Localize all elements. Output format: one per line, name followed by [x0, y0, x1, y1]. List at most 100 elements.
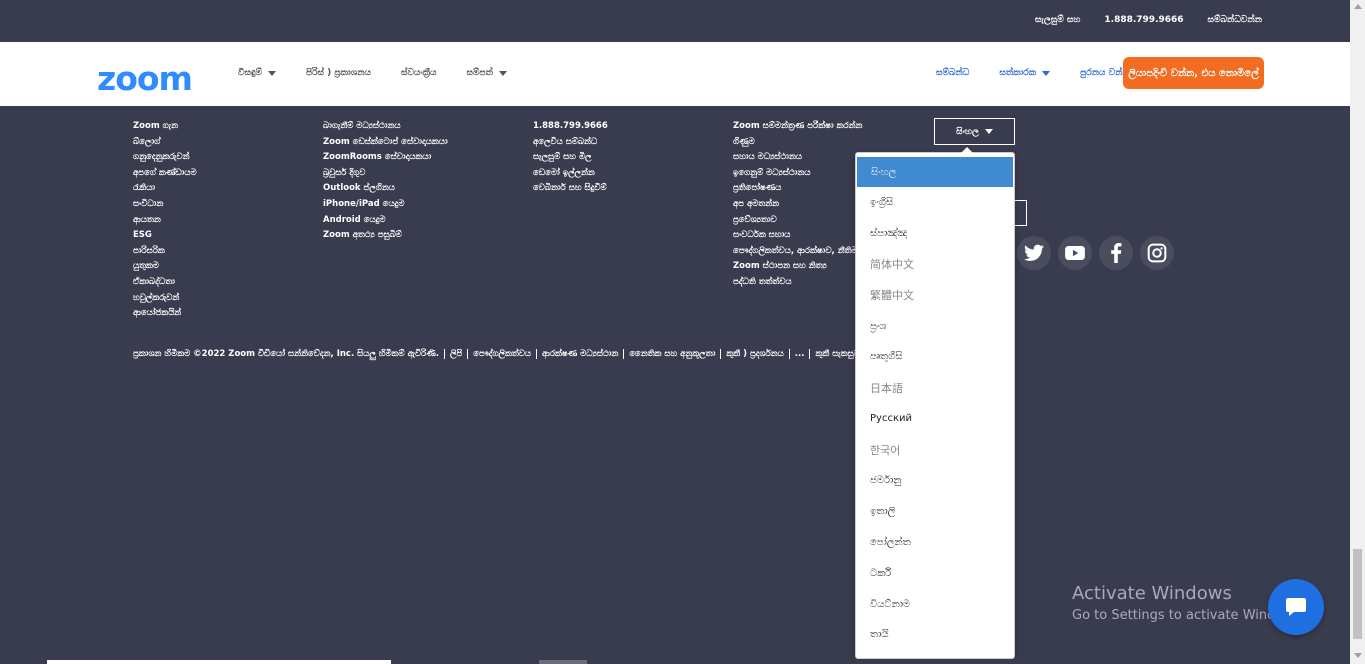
nav-item[interactable]: පිරිස් ) ප්‍රකාශනය — [306, 68, 371, 78]
footer-link[interactable]: සැලසුම් සහ මිල — [533, 151, 608, 167]
signup-free-button[interactable]: ලියාපදිංචි වන්න, එය නොමිලේ — [1123, 57, 1264, 89]
language-selector[interactable]: සිංහල — [934, 118, 1015, 145]
footer-link[interactable]: පද්ධති තත්ත්වය — [733, 276, 864, 292]
footer-link[interactable]: බ්‍රවුසර් දිගුව — [323, 167, 448, 183]
footer-link[interactable]: ESG — [133, 229, 197, 245]
top-link[interactable]: සම්බන්ධවන්න — [1208, 15, 1262, 25]
top-link[interactable]: සැලසුම් සහ — [1035, 15, 1080, 25]
top-utility-bar: සැලසුම් සහ 1.888.799.9666 සම්බන්ධවන්න — [0, 0, 1350, 42]
language-current-label: සිංහල — [956, 126, 979, 137]
footer-link[interactable]: ප්‍රතිපෝෂණය — [733, 182, 864, 198]
scroll-up-icon[interactable] — [1354, 4, 1362, 9]
legal-link[interactable]: ලිපි — [443, 349, 467, 359]
chat-support-button[interactable] — [1268, 579, 1324, 635]
legal-link[interactable]: කුකී ) ප්‍රදර්ශනය — [720, 349, 788, 359]
nav-item-label: විසඳුම් — [238, 68, 263, 78]
footer-column-support: Zoom සම්මන්ත්‍රණ පරීක්ෂා කරන්න ගිණුම සහාය … — [733, 120, 864, 292]
page-scrollbar[interactable] — [1350, 0, 1365, 664]
language-option[interactable]: සිංහල — [857, 157, 1013, 187]
legal-link[interactable]: ... — [788, 349, 810, 359]
nav-item[interactable]: සම්පත් — [466, 68, 507, 78]
nav-item-label: සම්බන්ධ — [936, 68, 970, 78]
main-header: zoom විසඳුම් පිරිස් ) ප්‍රකාශනය ස්වයංක්‍රී… — [0, 57, 1350, 106]
language-option[interactable]: ඉතාලි — [856, 496, 1014, 527]
footer-link[interactable]: ZoomRooms සේවාදායකයා — [323, 151, 448, 167]
language-option[interactable]: පෘතුගීසි — [856, 341, 1014, 372]
horizontal-scroll-track — [47, 660, 391, 664]
scroll-down-icon[interactable] — [1354, 653, 1362, 658]
footer-link[interactable]: Zoom අතථ්‍ය පසුබිම් — [323, 229, 448, 245]
footer-link[interactable]: වෙබිනාර් සහ සිදුවීම් — [533, 182, 608, 198]
nav-item[interactable]: සම්බන්ධ — [936, 68, 969, 78]
footer-link[interactable]: ගිණුම — [733, 136, 864, 152]
instagram-icon[interactable] — [1140, 236, 1174, 270]
footer-link[interactable]: ගනුදෙනුකරුවන් — [133, 151, 197, 167]
language-option[interactable]: ටර්කි — [856, 558, 1014, 589]
language-option[interactable]: ජර්මානු — [856, 465, 1014, 496]
nav-item[interactable]: සත්කාරක — [999, 68, 1051, 78]
nav-item-label: ස්වයංක්‍රීය — [400, 68, 437, 78]
footer-link[interactable]: Outlook ප්ලගිනය — [323, 182, 448, 198]
facebook-icon[interactable] — [1099, 236, 1133, 270]
footer-link[interactable]: ඩෙමෝ ඉල්ලන්න — [533, 167, 608, 183]
language-option[interactable]: 한국어 — [856, 434, 1014, 465]
language-option[interactable]: 简体中文 — [856, 249, 1014, 280]
primary-nav: විසඳුම් පිරිස් ) ප්‍රකාශනය ස්වයංක්‍රීය සම්ප… — [238, 68, 507, 78]
footer-link[interactable]: අප අමතන්න — [733, 198, 864, 214]
top-utility-links: සැලසුම් සහ 1.888.799.9666 සම්බන්ධවන්න — [1035, 15, 1262, 25]
top-link[interactable]: 1.888.799.9666 — [1104, 15, 1183, 25]
youtube-icon[interactable] — [1058, 236, 1092, 270]
footer-column-about: Zoom ගැන බ්ලොග් ගනුදෙනුකරුවන් අපගේ කණ්ඩායම ර… — [133, 120, 197, 323]
language-option[interactable]: 繁體中文 — [856, 280, 1014, 311]
chat-bubble-icon — [1286, 598, 1306, 616]
footer-link[interactable]: බ්ලොග් — [133, 136, 197, 152]
footer-link[interactable]: සහාය මධ්‍යස්ථානය — [733, 151, 864, 167]
chevron-down-icon — [498, 70, 507, 76]
footer-link[interactable]: ආයෝජකයින් — [133, 307, 197, 323]
footer-link[interactable]: සංවිධාන — [133, 198, 197, 214]
footer-link[interactable]: හවුල්කරුවන් — [133, 292, 197, 308]
footer-link[interactable]: Zoom ස්ථාපන සහ නිත්‍ය — [733, 260, 864, 276]
chevron-down-icon — [1042, 70, 1051, 76]
footer-link[interactable]: අපගේ කණ්ඩායම — [133, 167, 197, 183]
footer-link[interactable]: Zoom ගැන — [133, 120, 197, 136]
footer-link[interactable]: යුතුකම — [133, 260, 197, 276]
scrollbar-thumb[interactable] — [1353, 549, 1362, 639]
footer-link[interactable]: අලෙවිය සම්බන්ධ — [533, 136, 608, 152]
language-option[interactable]: වියට්නාම — [856, 589, 1014, 620]
footer-link[interactable]: සංවර්ධක සහාය — [733, 229, 864, 245]
footer-link[interactable]: ඒකාබද්ධතා — [133, 276, 197, 292]
nav-item-label: සම්පත් — [466, 68, 493, 78]
language-option[interactable]: ඉංග්‍රීසි — [856, 187, 1014, 218]
copyright-text: ප්‍රකාශන හිමිකම ©2022 Zoom වීඩියෝ සන්නිව… — [133, 349, 439, 359]
footer-link[interactable]: පාරිසරික — [133, 245, 197, 261]
footer-link[interactable]: Android යෙදුම — [323, 214, 448, 230]
footer-link[interactable]: ඉගෙනුම් මධ්‍යස්ථානය — [733, 167, 864, 183]
language-option[interactable]: Русский — [856, 403, 1014, 434]
twitter-icon[interactable] — [1017, 236, 1051, 270]
language-option[interactable]: 日本語 — [856, 372, 1014, 403]
horizontal-scroll-thumb[interactable] — [539, 660, 587, 664]
language-option[interactable]: පෝලන්ත — [856, 527, 1014, 558]
language-option[interactable]: තායි — [856, 619, 1014, 650]
legal-link[interactable]: පෞද්ගලිකත්වය — [467, 349, 536, 359]
footer-link[interactable]: බාගැනීම් මධ්‍යස්ථානය — [323, 120, 448, 136]
footer-link[interactable]: 1.888.799.9666 — [533, 120, 608, 136]
footer-link[interactable]: Zoom සම්මන්ත්‍රණ පරීක්ෂා කරන්න — [733, 120, 864, 136]
footer-link[interactable]: ආයතන — [133, 214, 197, 230]
legal-link[interactable]: නෛතික සහ අනුකූලතා — [623, 349, 720, 359]
chevron-down-icon — [984, 129, 993, 134]
legal-link[interactable]: ආරක්ෂණ මධ්‍යස්ථාන — [536, 349, 623, 359]
nav-item[interactable]: විසඳුම් — [238, 68, 277, 78]
footer-link[interactable]: රැකියා — [133, 182, 197, 198]
zoom-logo[interactable]: zoom — [97, 59, 193, 98]
footer-link[interactable]: ප්‍රවේශ්‍යතාව — [733, 214, 864, 230]
bottom-strip — [0, 659, 1350, 664]
nav-item[interactable]: ස්වයංක්‍රීය — [401, 68, 436, 78]
language-option[interactable]: ස්පාඤ්ඤ — [856, 218, 1014, 249]
footer-link[interactable]: iPhone/iPad යෙදුම — [323, 198, 448, 214]
footer-column-download: බාගැනීම් මධ්‍යස්ථානය Zoom ඩෙස්ක්ටොප් සේවා… — [323, 120, 448, 245]
footer-link[interactable]: Zoom ඩෙස්ක්ටොප් සේවාදායකයා — [323, 136, 448, 152]
language-option[interactable]: ප්‍රංශ — [856, 311, 1014, 342]
footer-link[interactable]: පෞද්ගලිකත්වය, ආරක්ෂාව, නීතිමය — [733, 245, 864, 261]
